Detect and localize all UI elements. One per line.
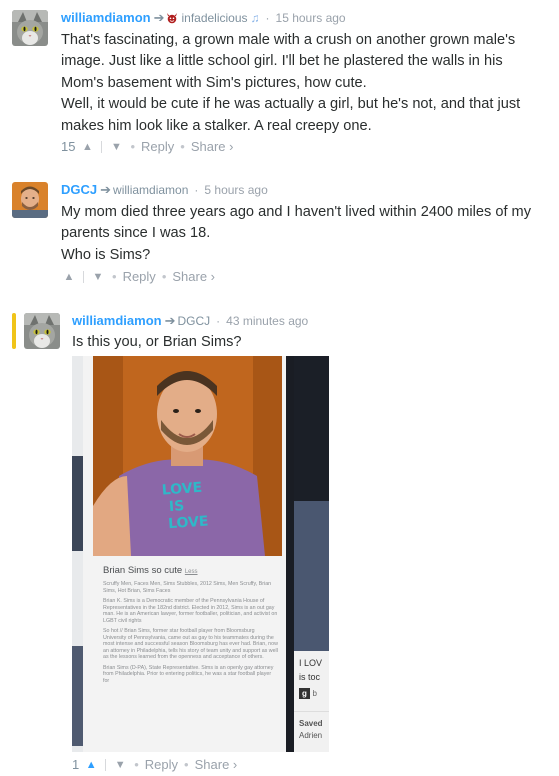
right-pin-text: is toc bbox=[299, 672, 321, 682]
chevron-down-icon[interactable]: ▼ bbox=[90, 271, 106, 283]
pin-description: Brian Sims (D-PA), State Representative.… bbox=[103, 664, 274, 684]
vote-count: 15 bbox=[61, 139, 76, 155]
separator-dot: • bbox=[130, 139, 136, 155]
separator-dot: · bbox=[194, 183, 199, 197]
cat-avatar-image bbox=[24, 313, 60, 349]
separator-dot: • bbox=[161, 269, 167, 285]
comment: DGCJ ➔ williamdiamon · 5 hours ago My mom di… bbox=[0, 172, 559, 297]
author-link[interactable]: williamdiamon bbox=[61, 10, 151, 25]
right-pin-card: I LOV is toc g b Saved Adrien bbox=[294, 356, 329, 752]
timestamp-link[interactable]: 43 minutes ago bbox=[226, 314, 308, 328]
share-button[interactable]: Share › bbox=[191, 139, 234, 154]
reply-button[interactable]: Reply bbox=[123, 269, 156, 284]
comment-body: My mom died three years ago and I haven'… bbox=[61, 202, 541, 266]
separator-dot: • bbox=[112, 269, 117, 285]
reply-button[interactable]: Reply bbox=[141, 139, 174, 154]
comment-actions: 15 ▲ ▼ • Reply • Share › bbox=[61, 138, 233, 154]
author-link[interactable]: DGCJ bbox=[61, 182, 97, 197]
comment-body: Is this you, or Brian Sims? bbox=[72, 332, 542, 353]
music-note-icon: ♫ bbox=[250, 11, 260, 25]
pin-description: So hot // Brian Sims, former star footba… bbox=[103, 628, 278, 660]
comment-actions: 1 ▲ ▼ • Reply • Share › bbox=[72, 756, 237, 772]
avatar[interactable] bbox=[24, 313, 60, 349]
separator-dot: · bbox=[216, 314, 221, 328]
right-pin-text: I LOV bbox=[299, 658, 323, 668]
less-link[interactable]: Less bbox=[185, 569, 198, 575]
separator-dot: • bbox=[180, 139, 185, 155]
separator-dot: · bbox=[265, 11, 270, 25]
arrow-right-icon: ➔ bbox=[100, 182, 112, 197]
timestamp-link[interactable]: 5 hours ago bbox=[204, 183, 267, 197]
comment-actions: ▲ ▼ • Reply • Share › bbox=[61, 268, 215, 284]
author-link[interactable]: williamdiamon bbox=[72, 313, 162, 328]
comment-paragraph: Who is Sims? bbox=[61, 246, 151, 263]
devil-face-icon bbox=[167, 13, 178, 24]
embedded-image[interactable]: LOVE IS LOVE Brian Sims so cute Less Scr… bbox=[72, 356, 329, 752]
pin-title: Brian Sims so cute bbox=[103, 565, 183, 576]
chevron-up-icon[interactable]: ▲ bbox=[83, 759, 99, 771]
arrow-right-icon: ➔ bbox=[153, 10, 165, 25]
share-button[interactable]: Share › bbox=[195, 757, 238, 772]
vote-divider bbox=[105, 758, 107, 771]
pin-caption: Brian Sims so cute Less Scruffy Men, Fac… bbox=[103, 565, 278, 684]
avatar[interactable] bbox=[12, 182, 48, 218]
board-icon: g bbox=[299, 688, 310, 699]
cat-avatar-image bbox=[12, 10, 48, 46]
separator-dot: • bbox=[134, 757, 139, 773]
vote-divider bbox=[83, 270, 84, 283]
comment-header: williamdiamon ➔ DGCJ · 43 minutes ago bbox=[72, 313, 308, 329]
saved-label: Saved bbox=[299, 719, 323, 728]
comment-body: That's fascinating, a grown male with a … bbox=[61, 30, 541, 137]
chevron-up-icon[interactable]: ▲ bbox=[61, 271, 77, 283]
pin-photo: LOVE IS LOVE bbox=[93, 356, 282, 556]
arrow-right-icon: ➔ bbox=[164, 313, 176, 328]
pin-tags: Scruffy Men, Faces Men, Sims Stubbles, 2… bbox=[103, 581, 272, 594]
reply-to-link[interactable]: williamdiamon bbox=[113, 183, 188, 197]
saved-user: Adrien bbox=[299, 731, 323, 740]
chevron-down-icon[interactable]: ▼ bbox=[108, 141, 124, 153]
pin-description: Brian K. Sims is a Democratic member of … bbox=[103, 598, 278, 624]
comment-header: DGCJ ➔ williamdiamon · 5 hours ago bbox=[61, 182, 268, 198]
man-avatar-image bbox=[12, 182, 48, 218]
chevron-down-icon[interactable]: ▼ bbox=[112, 759, 128, 771]
vote-divider bbox=[101, 140, 103, 153]
pin-card: LOVE IS LOVE Brian Sims so cute Less Scr… bbox=[83, 356, 286, 752]
comment: williamdiamon ➔ infadelicious ♫ · 15 hours ag… bbox=[0, 0, 559, 160]
left-pin-strip bbox=[72, 356, 83, 752]
vote-count: 1 bbox=[72, 757, 80, 773]
reply-button[interactable]: Reply bbox=[145, 757, 178, 772]
separator-dot: • bbox=[184, 757, 189, 773]
shirt-text: LOVE IS LOVE bbox=[161, 479, 210, 533]
chevron-up-icon[interactable]: ▲ bbox=[79, 141, 95, 153]
comment-paragraph: Well, it would be cute if he was actuall… bbox=[61, 96, 521, 134]
comment-paragraph: Is this you, or Brian Sims? bbox=[72, 334, 242, 350]
timestamp-link[interactable]: 15 hours ago bbox=[276, 11, 346, 25]
reply-to-link[interactable]: infadelicious bbox=[181, 11, 247, 25]
reply-to-link[interactable]: DGCJ bbox=[177, 314, 210, 328]
comment-header: williamdiamon ➔ infadelicious ♫ · 15 hours ag… bbox=[61, 10, 346, 26]
comment-paragraph: My mom died three years ago and I haven'… bbox=[61, 204, 532, 242]
share-button[interactable]: Share › bbox=[172, 269, 215, 284]
comment-paragraph: That's fascinating, a grown male with a … bbox=[61, 32, 516, 91]
avatar[interactable] bbox=[12, 10, 48, 46]
